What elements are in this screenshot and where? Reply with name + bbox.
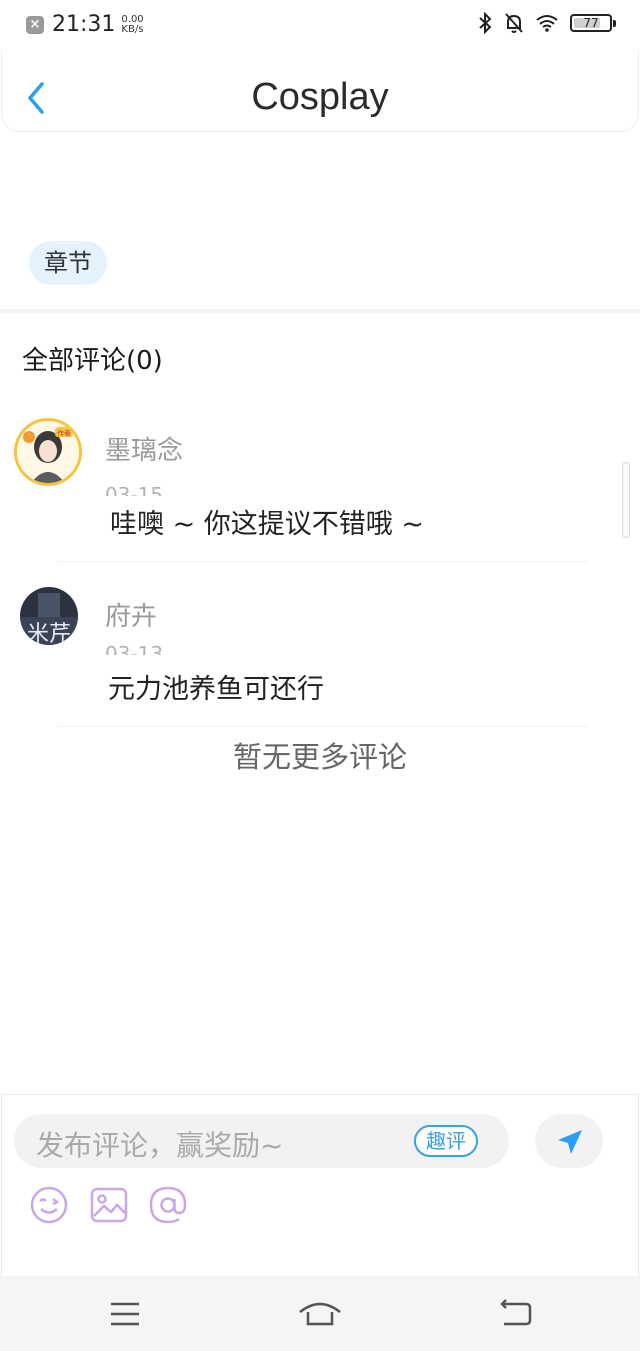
status-time: 21:31 [52, 12, 116, 37]
battery-percent: 77 [583, 16, 599, 30]
bluetooth-icon [479, 12, 492, 34]
comment-divider [58, 561, 588, 562]
network-speed-unit: KB/s [121, 23, 144, 35]
emoji-icon[interactable] [29, 1185, 69, 1225]
home-icon[interactable] [298, 1298, 342, 1330]
wifi-icon [536, 15, 558, 32]
status-left: × 21:31 0.00 KB/s [26, 12, 144, 37]
page-title: Cosplay [251, 76, 389, 118]
status-right: 77 [478, 12, 616, 34]
no-more-comments: 暂无更多评论 [232, 740, 407, 774]
network-speed-value: 0.00 [121, 13, 144, 25]
avatar[interactable]: 米芹 [20, 587, 78, 645]
system-nav-bar [0, 1276, 640, 1351]
chapter-tag[interactable]: 章节 [29, 241, 107, 285]
status-bar: × 21:31 0.00 KB/s 77 [0, 0, 640, 50]
menu-icon[interactable] [105, 1298, 145, 1330]
avatar[interactable]: 作者 [14, 418, 82, 486]
comments-count-title: 全部评论(0) [22, 346, 163, 376]
comment-text[interactable]: 哇噢 ~ 你这提议不错哦 ~ [110, 502, 424, 541]
fun-comment-button[interactable]: 趣评 [414, 1125, 478, 1157]
avatar-text: 米芹 [27, 622, 71, 645]
notification-close-icon: × [26, 15, 44, 34]
back-nav-icon[interactable] [496, 1298, 536, 1330]
battery-icon: 77 [570, 14, 616, 32]
mute-bell-icon [505, 13, 523, 33]
author-badge-text: 作者 [57, 429, 71, 438]
comment-text[interactable]: 元力池养鱼可还行 [108, 667, 324, 706]
comment-date: 03-13 [105, 642, 164, 655]
section-divider [0, 309, 640, 314]
header-bar: Cosplay [1, 50, 639, 132]
image-icon[interactable] [89, 1185, 129, 1225]
screen: × 21:31 0.00 KB/s 77 Cosplay 章节 全部评论(0) … [0, 0, 640, 1351]
comment-input-placeholder: 发布评论，赢奖励~ [36, 1129, 284, 1162]
battery-tip [613, 20, 616, 27]
comment-input[interactable]: 发布评论，赢奖励~ 趣评 [14, 1114, 509, 1168]
comment-divider [58, 726, 588, 727]
comment-author-name[interactable]: 墨璃念 [105, 430, 183, 467]
scrollbar[interactable] [622, 462, 630, 538]
send-button[interactable] [535, 1114, 603, 1168]
comment-author-name[interactable]: 府卉 [105, 596, 157, 633]
user-avatar-image: 米芹 [20, 587, 78, 645]
mention-icon[interactable] [148, 1185, 188, 1225]
comment-composer: 发布评论，赢奖励~ 趣评 [1, 1094, 639, 1276]
send-arrow-icon [558, 1130, 582, 1154]
author-avatar-image: 作者 [17, 421, 79, 483]
comment-date: 03-15 [105, 483, 164, 496]
network-speed: 0.00 KB/s [121, 13, 144, 35]
